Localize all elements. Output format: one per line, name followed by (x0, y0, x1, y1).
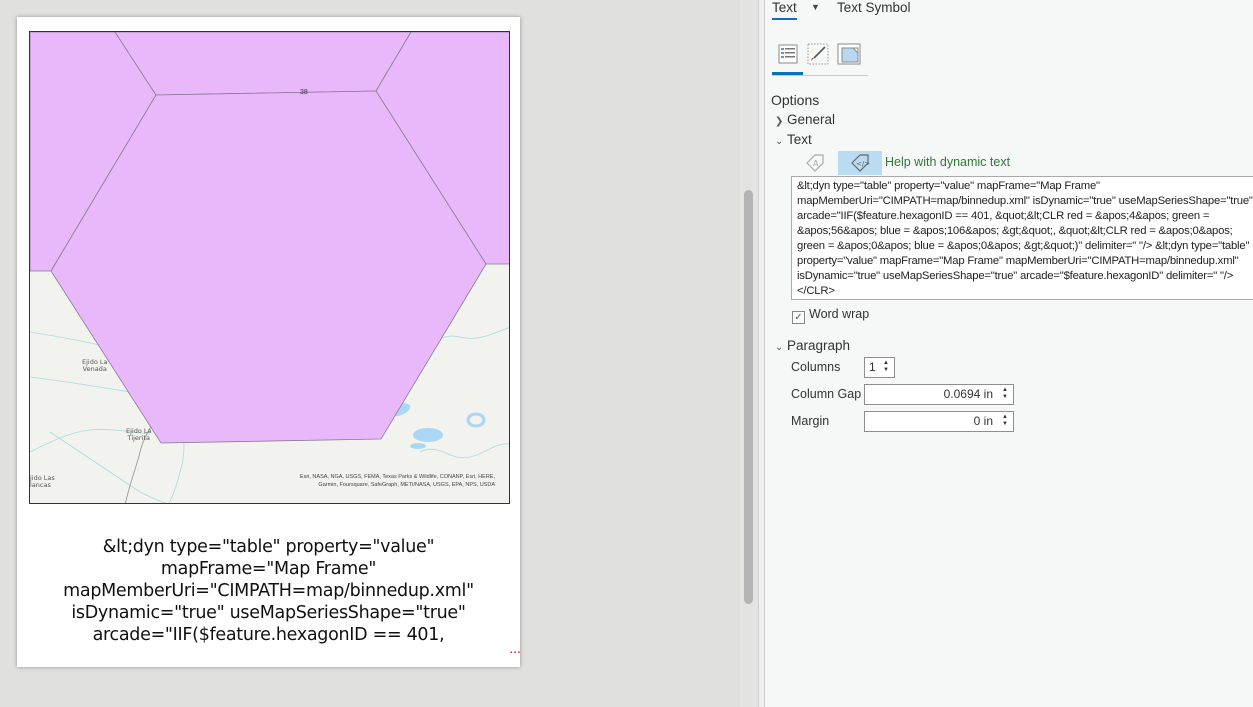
section-text[interactable]: ⌄ Text (775, 132, 812, 147)
margin-label: Margin (791, 414, 830, 428)
columns-label: Columns (791, 360, 841, 374)
word-wrap-checkbox[interactable]: ✓ (792, 311, 805, 324)
section-paragraph[interactable]: ⌄ Paragraph (775, 338, 850, 353)
section-general[interactable]: ❯ General (775, 112, 835, 127)
pane-splitter[interactable] (758, 0, 765, 707)
text-type-toolbar: A </> Help with dynamic text (792, 151, 1022, 175)
columns-value: 1 (869, 360, 876, 374)
place-label-tijerita: Ejido La Tijerita (126, 428, 152, 442)
icon-tab-display[interactable] (806, 42, 832, 68)
tab-text-symbol[interactable]: Text Symbol (837, 0, 911, 20)
icon-tab-general[interactable] (776, 42, 802, 68)
place-label-line: Venada (82, 365, 107, 373)
svg-text:A: A (813, 159, 819, 168)
icon-tab-placement[interactable] (836, 42, 862, 68)
section-label: Text (787, 132, 812, 147)
section-label: Paragraph (787, 338, 851, 353)
word-wrap-label: Word wrap (809, 307, 870, 321)
hexagon-top (114, 32, 412, 96)
map-attribution: Esri, NASA, NGA, USGS, FEMA, Texas Parks… (255, 473, 495, 489)
static-text-button[interactable]: A (792, 151, 836, 175)
word-wrap-option[interactable]: ✓ Word wrap (792, 307, 869, 324)
map-graphics (30, 32, 509, 503)
place-label-blancas: jido Las lancas (30, 475, 55, 489)
format-text-pane: Text ▼ Text Symbol Options ❯ General ⌄ T… (765, 0, 1253, 707)
stream-line (419, 443, 509, 459)
place-label-venada: Ejido La Venada (82, 359, 108, 373)
canvas-scrollbar-thumb[interactable] (744, 190, 753, 604)
place-label-line: Tijerita (127, 434, 150, 442)
place-label-line: lancas (30, 481, 51, 489)
map-frame[interactable]: 38 Ejido La Venada Ejido La Tijerita jid… (29, 31, 510, 504)
text-tag-icon: A (806, 154, 824, 172)
chevron-down-icon: ⌄ (775, 342, 784, 353)
spinner-arrows-icon[interactable]: ▲ ▼ (1000, 414, 1010, 429)
property-icon-tabs (772, 40, 868, 76)
chevron-right-icon: ❯ (775, 116, 784, 127)
options-heading: Options (771, 92, 820, 108)
tab-text[interactable]: Text (772, 0, 797, 20)
section-label: General (787, 112, 836, 127)
frame-icon (837, 43, 861, 65)
spinner-arrows-icon[interactable]: ▲ ▼ (881, 360, 891, 375)
column-gap-value: 0.0694 in (943, 387, 993, 401)
text-options-icon (778, 44, 798, 64)
margin-spinner[interactable]: 0 in ▲ ▼ (864, 411, 1014, 432)
pond (466, 412, 486, 428)
dynamic-text-button[interactable]: </> (838, 151, 882, 175)
stream-line (49, 431, 167, 503)
margin-value: 0 in (973, 414, 993, 428)
column-gap-label: Column Gap (791, 387, 862, 401)
text-overflow-indicator: ... (510, 645, 522, 656)
hexagon-id-label: 38 (300, 89, 308, 96)
active-icon-tab-indicator (772, 72, 803, 75)
spinner-arrows-icon[interactable]: ▲ ▼ (1000, 387, 1010, 402)
tab-dropdown-icon[interactable]: ▼ (811, 2, 820, 22)
svg-text:</>: </> (856, 160, 870, 168)
lake (413, 428, 443, 442)
attribution-line: Garmin, Foursquare, SafeGraph, METI/NASA… (318, 482, 495, 488)
dynamic-tag-icon: </> (851, 154, 870, 172)
attribution-line: Esri, NASA, NGA, USGS, FEMA, Texas Parks… (299, 474, 495, 480)
column-gap-spinner[interactable]: 0.0694 in ▲ ▼ (864, 384, 1014, 405)
layout-canvas[interactable]: 38 Ejido La Venada Ejido La Tijerita jid… (0, 0, 740, 707)
lake (410, 443, 426, 449)
text-editor-input[interactable]: &lt;dyn type="table" property="value" ma… (791, 176, 1253, 300)
dynamic-text-element[interactable]: &lt;dyn type="table" property="value" ma… (37, 536, 500, 648)
brush-icon (807, 43, 829, 65)
columns-spinner[interactable]: 1 ▲ ▼ (864, 357, 895, 378)
chevron-down-icon: ⌄ (775, 136, 784, 147)
help-dynamic-text-link[interactable]: Help with dynamic text (885, 155, 1010, 169)
layout-page[interactable]: 38 Ejido La Venada Ejido La Tijerita jid… (17, 17, 520, 667)
